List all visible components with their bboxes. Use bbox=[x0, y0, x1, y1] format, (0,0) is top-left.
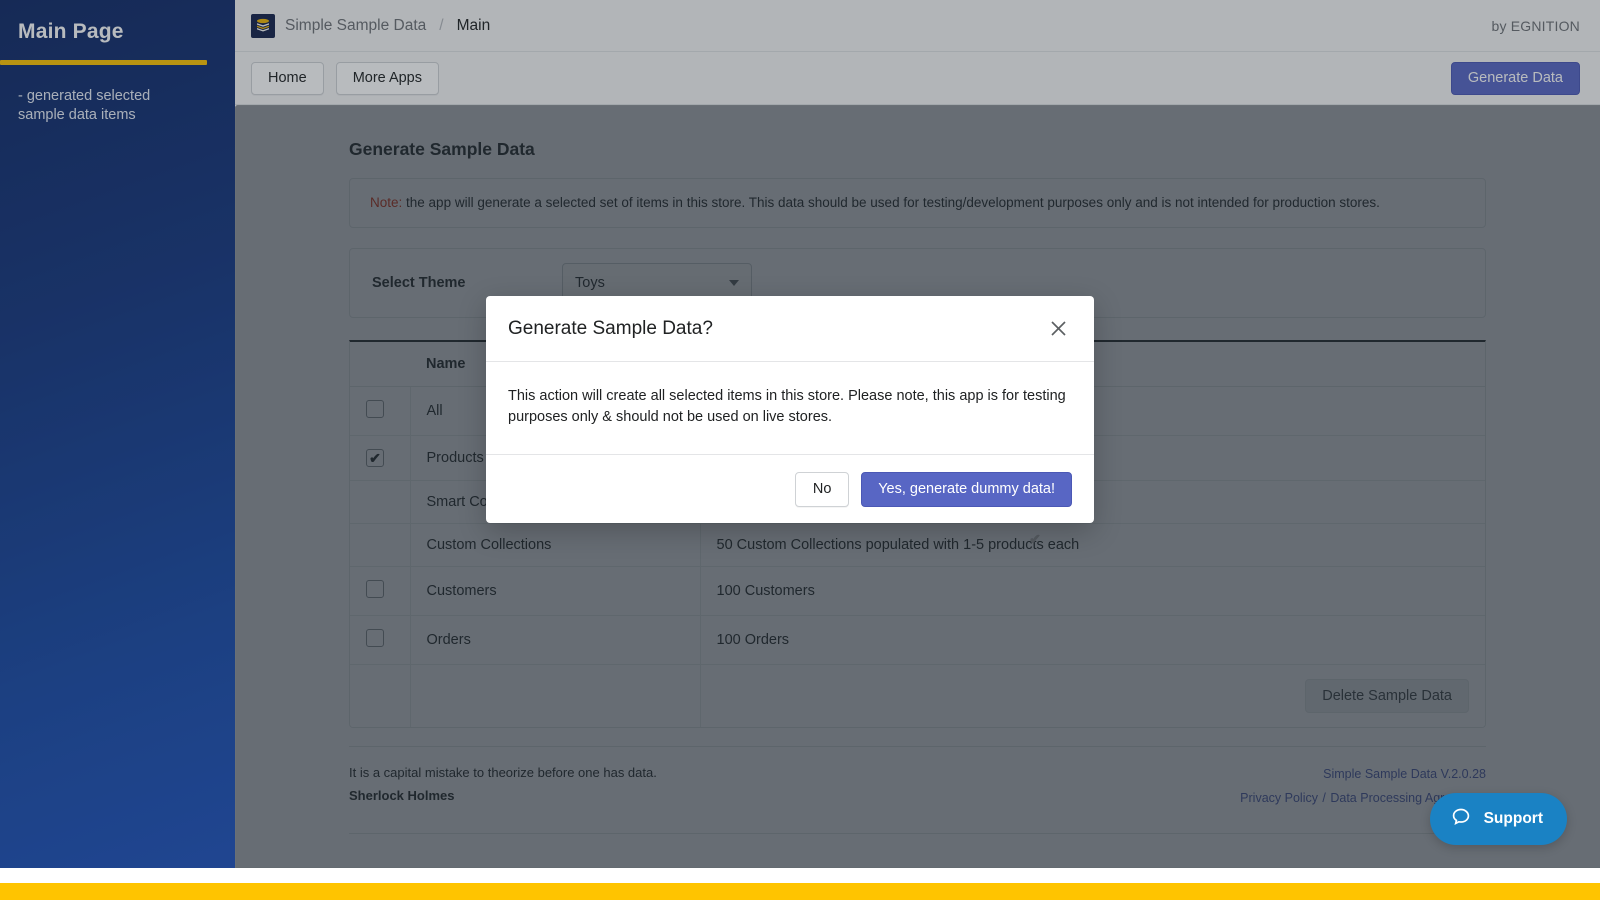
app-root: Main Page - generated selected sample da… bbox=[0, 0, 1600, 900]
close-icon[interactable] bbox=[1044, 315, 1072, 343]
modal-footer: No Yes, generate dummy data! bbox=[486, 455, 1094, 523]
modal-header: Generate Sample Data? bbox=[486, 296, 1094, 362]
confirm-modal: Generate Sample Data? This action will c… bbox=[486, 296, 1094, 523]
support-label: Support bbox=[1484, 810, 1543, 828]
modal-confirm-button[interactable]: Yes, generate dummy data! bbox=[861, 472, 1072, 507]
modal-no-button[interactable]: No bbox=[795, 472, 849, 507]
modal-body-text: This action will create all selected ite… bbox=[486, 362, 1094, 455]
modal-title: Generate Sample Data? bbox=[508, 318, 713, 340]
chat-bubble-icon bbox=[1450, 806, 1472, 833]
support-button[interactable]: Support bbox=[1430, 793, 1567, 845]
bottom-accent-bar bbox=[0, 883, 1600, 900]
